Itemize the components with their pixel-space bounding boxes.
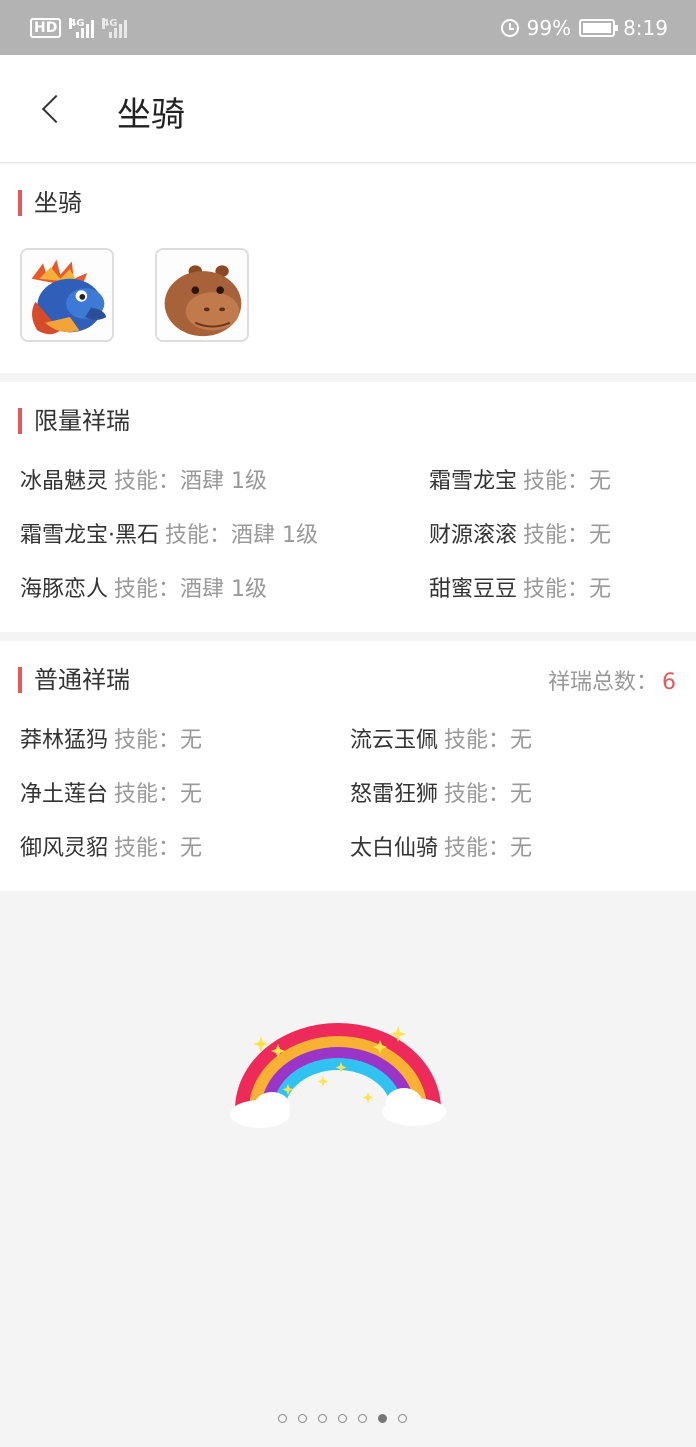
list-item: 御风灵貂 技能：无 — [20, 836, 203, 861]
battery-icon — [579, 18, 619, 37]
alarm-icon — [500, 18, 519, 37]
list-item: 霜雪龙宝 技能：无 — [429, 469, 612, 494]
section-title: 坐骑 — [18, 188, 82, 218]
dragon-mount-icon[interactable] — [20, 248, 114, 342]
list-item: 怒雷狂狮 技能：无 — [350, 782, 533, 807]
list-item: 甜蜜豆豆 技能：无 — [429, 577, 612, 602]
page-dot[interactable] — [358, 1414, 367, 1423]
page-indicator — [278, 1414, 407, 1423]
page-title: 坐骑 — [117, 95, 185, 135]
list-item: 霜雪龙宝·黑石 技能：酒肆 1级 — [20, 523, 318, 548]
list-item: 太白仙骑 技能：无 — [350, 836, 533, 861]
list-item: 流云玉佩 技能：无 — [350, 728, 533, 753]
rainbow-icon — [230, 1023, 446, 1128]
signal-icon: 4G — [102, 17, 128, 38]
hippo-mount-icon[interactable] — [155, 248, 249, 342]
app-header: 坐骑 — [0, 55, 696, 163]
page-dot[interactable] — [318, 1414, 327, 1423]
signal-icon: 4G — [69, 17, 95, 38]
back-button[interactable] — [40, 91, 62, 127]
page-dot[interactable] — [398, 1414, 407, 1423]
battery-percent: 99% — [526, 15, 572, 40]
limited-card: 限量祥瑞 冰晶魅灵 技能：酒肆 1级 霜雪龙宝 技能：无 霜雪龙宝·黑石 技能：酒肆 … — [0, 382, 696, 632]
normal-card: 普通祥瑞 祥瑞总数： 6 莽林猛犸 技能：无 流云玉佩 技能：无 净土莲台 技能：无 怒… — [0, 641, 696, 891]
page-dot[interactable] — [298, 1414, 307, 1423]
list-item: 莽林猛犸 技能：无 — [20, 728, 203, 753]
section-title: 普通祥瑞 — [18, 665, 130, 695]
clock: 8:19 — [623, 15, 668, 40]
hd-icon: HD — [30, 17, 62, 38]
total-count: 祥瑞总数： 6 — [547, 670, 676, 695]
list-item: 净土莲台 技能：无 — [20, 782, 203, 807]
list-item: 海豚恋人 技能：酒肆 1级 — [20, 577, 268, 602]
status-right: 99% 8:19 — [500, 15, 668, 40]
page-dot[interactable] — [338, 1414, 347, 1423]
list-item: 财源滚滚 技能：无 — [429, 523, 612, 548]
mounts-card: 坐骑 — [0, 164, 696, 373]
status-left: HD 4G 4G — [30, 17, 128, 38]
section-title: 限量祥瑞 — [18, 406, 130, 436]
status-bar: HD 4G 4G 99% 8:19 — [0, 0, 696, 55]
page-dot[interactable] — [278, 1414, 287, 1423]
list-item: 冰晶魅灵 技能：酒肆 1级 — [20, 469, 268, 494]
page-dot[interactable] — [378, 1414, 387, 1423]
